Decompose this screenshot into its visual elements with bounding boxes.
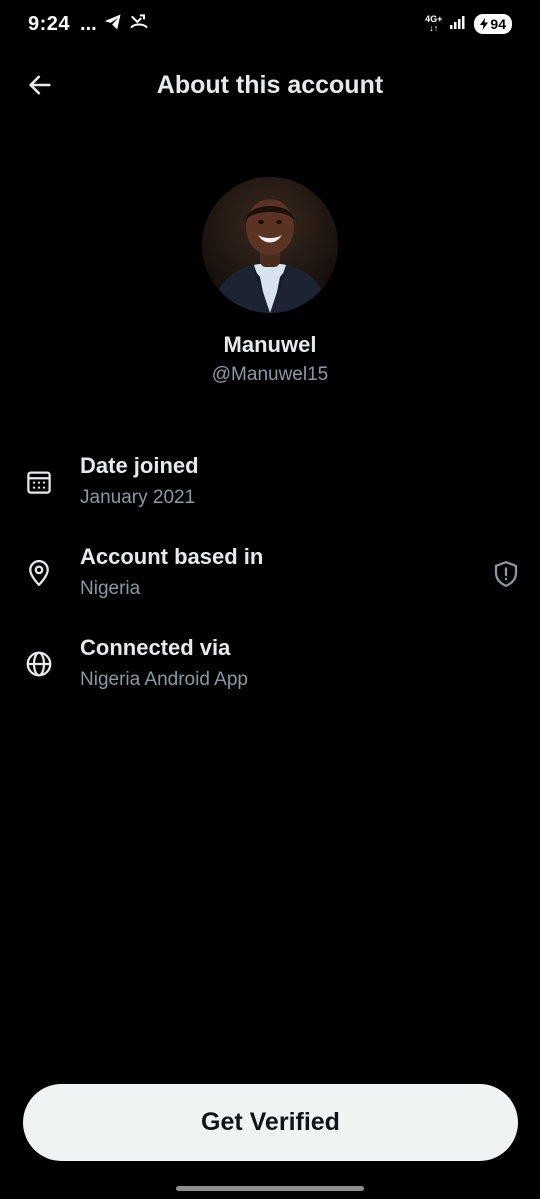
shield-alert-icon	[494, 561, 518, 587]
network-type-icon: 4G+ ↓↑	[425, 14, 443, 33]
status-time: 9:24	[28, 12, 71, 35]
status-bar: 9:24 ... 4G+ ↓↑ 94	[0, 0, 540, 48]
location-pin-icon	[24, 558, 54, 588]
get-verified-button[interactable]: Get Verified	[23, 1084, 518, 1161]
info-title: Account based in	[80, 544, 264, 569]
info-title: Connected via	[80, 635, 231, 660]
info-title: Date joined	[80, 453, 199, 478]
calendar-icon	[24, 467, 54, 497]
back-arrow-icon	[29, 75, 51, 95]
battery-indicator: 94	[474, 14, 512, 34]
info-value: Nigeria Android App	[80, 669, 248, 690]
shield-info-button[interactable]	[490, 558, 522, 590]
profile-photo	[202, 177, 338, 313]
home-indicator[interactable]	[176, 1186, 364, 1191]
signal-icon	[450, 15, 466, 34]
charging-bolt-icon	[480, 18, 489, 30]
info-row-date-joined: Date joined January 2021	[0, 453, 540, 533]
info-value: January 2021	[80, 487, 196, 508]
profile-name: Manuwel	[223, 332, 317, 357]
avatar[interactable]	[202, 177, 338, 313]
info-row-account-based-in: Account based in Nigeria	[0, 544, 540, 624]
info-value: Nigeria	[80, 578, 141, 599]
missed-call-icon	[129, 12, 149, 37]
about-account-screen: 9:24 ... 4G+ ↓↑ 94 About this account Ma…	[0, 0, 540, 1199]
globe-icon	[24, 649, 54, 679]
page-title: About this account	[156, 70, 384, 99]
notification-overflow-dots: ...	[80, 12, 97, 35]
info-row-connected-via: Connected via Nigeria Android App	[0, 635, 540, 715]
back-button[interactable]	[20, 65, 60, 105]
profile-handle: @Manuwel15	[211, 364, 329, 385]
status-bar-right: 4G+ ↓↑ 94	[425, 14, 512, 34]
telegram-icon	[103, 12, 123, 37]
status-bar-left: 9:24 ...	[28, 12, 149, 37]
top-app-bar: About this account	[0, 55, 540, 115]
